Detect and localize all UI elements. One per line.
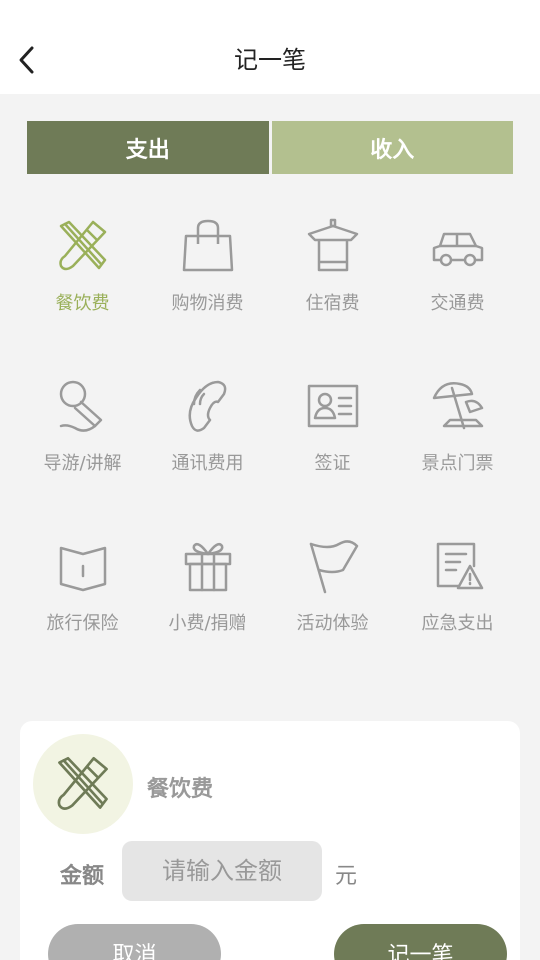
category-lodging[interactable]: 住宿费	[270, 214, 395, 374]
tab-income[interactable]: 收入	[271, 121, 513, 174]
entry-panel: 餐饮费 金额 元 取消 记一笔	[20, 721, 520, 960]
category-transport[interactable]: 交通费	[395, 214, 520, 374]
category-shopping[interactable]: 购物消费	[145, 214, 270, 374]
category-label: 小费/捐赠	[168, 613, 247, 634]
category-visa[interactable]: 签证	[270, 374, 395, 534]
category-grid: 餐饮费 购物消费 住宿费 交通费 导游/讲解 通讯费用 签证 景点门票 旅行保险…	[20, 214, 520, 694]
warning-document-icon	[428, 534, 488, 598]
amount-input[interactable]	[122, 841, 322, 901]
book-icon	[53, 534, 113, 598]
category-insurance[interactable]: 旅行保险	[20, 534, 145, 694]
car-icon	[428, 214, 488, 278]
currency-unit: 元	[335, 864, 358, 889]
page-title: 记一笔	[234, 46, 306, 74]
category-activities[interactable]: 活动体验	[270, 534, 395, 694]
category-label: 导游/讲解	[43, 453, 122, 474]
category-emergency[interactable]: 应急支出	[395, 534, 520, 694]
header-bar: 记一笔	[0, 0, 540, 94]
submit-record-button[interactable]: 记一笔	[334, 924, 507, 960]
selected-category-name: 餐饮费	[147, 777, 214, 802]
amount-label: 金额	[60, 864, 105, 889]
cancel-button[interactable]: 取消	[48, 924, 221, 960]
beach-umbrella-icon	[428, 374, 488, 438]
category-telecom[interactable]: 通讯费用	[145, 374, 270, 534]
category-label: 旅行保险	[46, 613, 119, 634]
gift-icon	[178, 534, 238, 598]
category-label: 住宿费	[305, 293, 360, 314]
category-label: 签证	[314, 453, 351, 474]
utensils-icon	[57, 756, 108, 810]
category-tips[interactable]: 小费/捐赠	[145, 534, 270, 694]
selected-category-badge	[33, 734, 133, 834]
category-label: 应急支出	[421, 613, 494, 634]
utensils-icon	[53, 214, 113, 278]
category-label: 活动体验	[296, 613, 369, 634]
id-card-icon	[303, 374, 363, 438]
category-label: 交通费	[430, 293, 485, 314]
category-label: 购物消费	[171, 293, 244, 314]
category-guide[interactable]: 导游/讲解	[20, 374, 145, 534]
type-tabs: 支出 收入	[27, 121, 513, 174]
phone-icon	[178, 374, 238, 438]
category-label: 景点门票	[421, 453, 494, 474]
hotel-icon	[303, 214, 363, 278]
flag-icon	[303, 534, 363, 598]
category-tickets[interactable]: 景点门票	[395, 374, 520, 534]
category-label: 通讯费用	[171, 453, 244, 474]
category-label: 餐饮费	[55, 293, 110, 314]
tab-expense[interactable]: 支出	[27, 121, 269, 174]
shopping-bag-icon	[178, 214, 238, 278]
category-dining[interactable]: 餐饮费	[20, 214, 145, 374]
microphone-icon	[53, 374, 113, 438]
